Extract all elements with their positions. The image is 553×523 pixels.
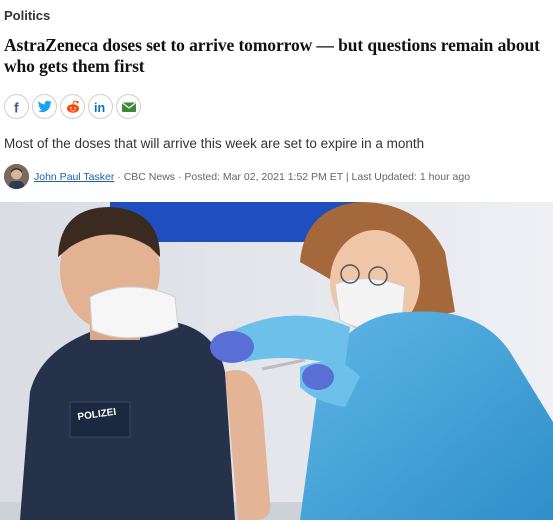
vaccination-photo-illustration: POLIZEI (0, 202, 553, 520)
byline-meta: John Paul Tasker · CBC News · Posted: Ma… (34, 171, 470, 183)
reddit-share-button[interactable] (60, 94, 85, 119)
linkedin-share-button[interactable]: in (88, 94, 113, 119)
author-photo (4, 164, 29, 189)
share-bar: f in (4, 94, 141, 120)
article-deck: Most of the doses that will arrive this … (4, 136, 425, 151)
twitter-icon (37, 100, 52, 112)
article-photo: POLIZEI (0, 202, 553, 520)
facebook-share-button[interactable]: f (4, 94, 29, 119)
byline-updated: Last Updated: 1 hour ago (351, 170, 471, 183)
byline-source: CBC News (123, 170, 176, 183)
linkedin-icon: in (94, 101, 105, 114)
section-label[interactable]: Politics (4, 8, 50, 23)
twitter-share-button[interactable] (32, 94, 57, 119)
author-link[interactable]: John Paul Tasker (34, 171, 114, 183)
email-share-button[interactable] (116, 94, 141, 119)
svg-text:f: f (14, 100, 19, 114)
email-icon (121, 102, 136, 112)
author-avatar[interactable] (4, 164, 29, 189)
byline-posted: Posted: Mar 02, 2021 1:52 PM ET (184, 170, 343, 183)
reddit-icon (66, 100, 79, 113)
headline: AstraZeneca doses set to arrive tomorrow… (4, 35, 540, 76)
byline: John Paul Tasker · CBC News · Posted: Ma… (4, 163, 470, 190)
svg-text:in: in (94, 101, 105, 114)
facebook-icon: f (14, 100, 19, 114)
